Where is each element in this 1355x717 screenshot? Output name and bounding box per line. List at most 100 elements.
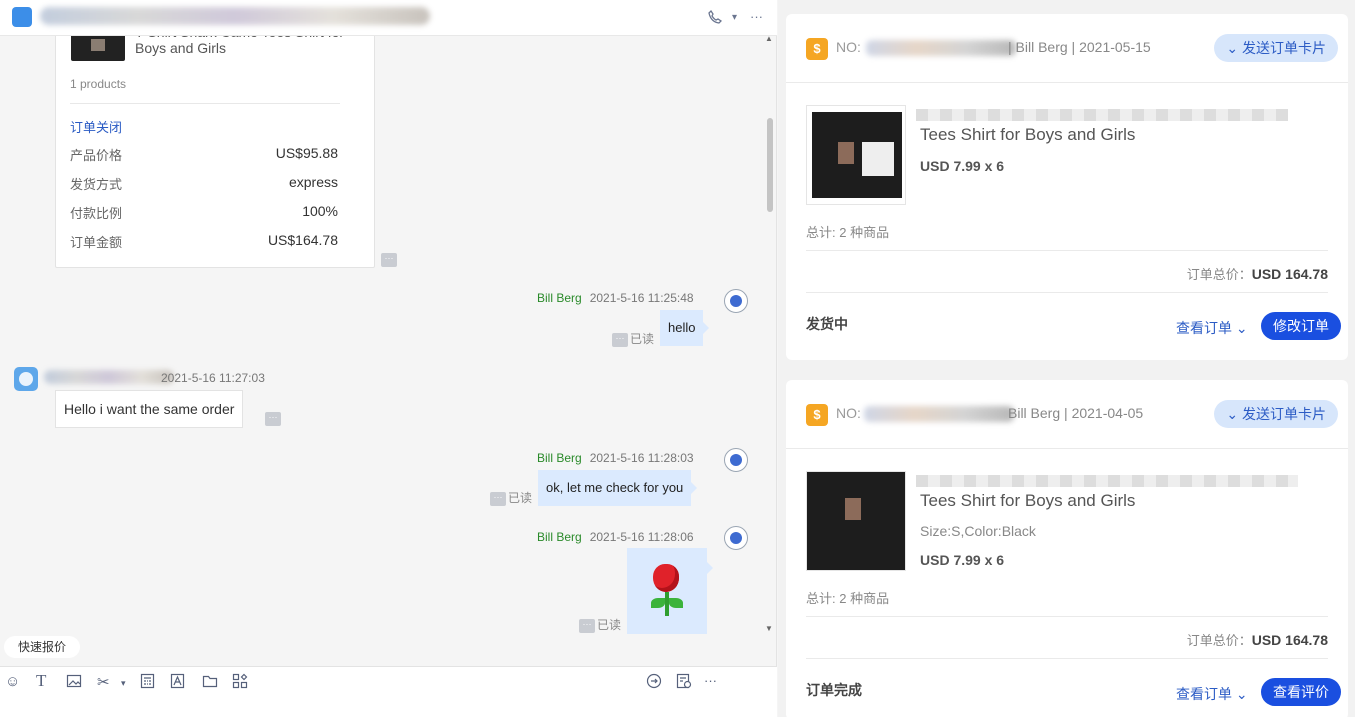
scroll-thumb[interactable] [767,118,773,212]
order-card-message[interactable]: T-Shirt Shark Camo Tees Shirt for Boys a… [55,36,375,268]
tshirt-image [812,112,902,198]
divider [786,82,1348,83]
send-card-label: 发送订单卡片 [1242,406,1326,422]
seller-name: Bill Berg [1008,405,1061,421]
read-label: 已读 [630,332,655,346]
message-bubble[interactable]: ok, let me check for you [538,470,698,506]
message-more-button[interactable]: ··· [265,412,281,426]
calculator-icon[interactable] [140,673,155,693]
product-image[interactable] [806,105,906,205]
message-time: 2021-5-16 11:28:03 [589,451,694,465]
reply-icon[interactable] [646,673,662,693]
tshirt-print-inset [862,142,894,176]
divider [786,448,1348,449]
scroll-down-arrow[interactable]: ▼ [765,624,773,633]
image-icon[interactable] [66,673,82,693]
scissors-icon[interactable]: ✂ [97,673,110,691]
row-label: 付款比例 [70,206,123,221]
row-value: 100% [302,203,338,219]
sender-name: Bill Berg [537,451,582,465]
order-number-label: NO: [836,39,861,55]
read-label: 已读 [508,491,533,505]
order-row-total: 订单金额 US$164.78 [70,232,338,251]
divider [806,616,1328,617]
seller-name: Bill Berg [1015,39,1068,55]
order-total-label: 订单总价： [1186,633,1252,648]
chevron-down-icon[interactable]: ▾ [732,12,737,23]
emoji-icon[interactable]: ☺ [5,673,20,690]
order-state: 发货中 [806,316,848,332]
message-meta: Bill Berg 2021-5-16 11:28:06 [537,530,694,544]
coin-icon: $ [806,38,828,60]
order-total: 订单总价：USD 164.78 [1187,264,1328,283]
order-meta: Bill Berg | 2021-04-05 [1008,405,1144,421]
order-number-redacted [864,406,1014,422]
message-more-button[interactable]: ··· [381,253,397,267]
order-row-shipping: 发货方式 express [70,174,338,193]
order-row-price: 产品价格 US$95.88 [70,145,338,164]
divider [806,292,1328,293]
more-tools-button[interactable]: ··· [704,673,717,688]
product-title[interactable]: Tees Shirt for Boys and Girls [920,125,1135,145]
tshirt-print [845,498,861,520]
text-format-icon[interactable]: T [36,671,46,691]
order-number-label: NO: [836,405,861,421]
view-order-link[interactable]: 查看订单 ⌄ [1176,684,1248,704]
message-time: 2021-5-16 11:25:48 [589,291,694,305]
contact-avatar [12,7,32,27]
chat-scrollbar[interactable]: ▲ ▼ [764,36,774,636]
rose-icon [653,564,679,592]
send-order-card-button[interactable]: ⌄ 发送订单卡片 [1214,400,1338,428]
message-meta: 2021-5-16 11:27:03 [161,371,265,385]
order-card: $ NO: Bill Berg | 2021-04-05 ⌄ 发送订单卡片 Te… [786,380,1348,717]
read-icon: ··· [579,618,595,633]
read-receipt: ··· 已读 [579,616,621,633]
phone-icon[interactable] [707,9,723,28]
row-value: US$95.88 [275,145,338,161]
font-icon[interactable] [170,673,186,693]
send-order-card-button[interactable]: ⌄ 发送订单卡片 [1214,34,1338,62]
orders-panel: $ NO: | Bill Berg | 2021-05-15 ⌄ 发送订单卡片 … [778,0,1355,717]
more-options-button[interactable]: ··· [750,9,763,24]
apps-icon[interactable] [232,673,248,693]
view-order-link[interactable]: 查看订单 ⌄ [1176,318,1248,338]
customer-name-redacted [44,370,174,384]
read-icon: ··· [612,332,628,347]
coin-icon: $ [806,404,828,426]
row-label: 产品价格 [70,148,123,163]
document-icon[interactable] [676,673,692,693]
agent-avatar [724,448,748,472]
product-price-qty: USD 7.99 x 6 [920,158,1005,174]
modify-order-button[interactable]: 修改订单 [1261,312,1341,340]
rose-sticker[interactable] [627,548,713,634]
tshirt-print [838,142,854,164]
order-state: 订单完成 [806,682,862,698]
product-image[interactable] [806,471,906,571]
view-order-label: 查看订单 [1176,686,1232,702]
send-card-label: 发送订单卡片 [1242,40,1326,56]
order-total-value: USD 164.78 [1251,266,1328,282]
message-meta: Bill Berg 2021-5-16 11:25:48 [537,291,694,305]
message-bubble[interactable]: hello [660,310,711,346]
quick-quote-button[interactable]: 快速报价 [4,636,81,658]
divider [806,658,1328,659]
order-card: $ NO: | Bill Berg | 2021-05-15 ⌄ 发送订单卡片 … [786,14,1348,360]
view-order-label: 查看订单 [1176,320,1232,336]
divider [70,103,340,104]
agent-avatar [724,289,748,313]
message-time: 2021-5-16 11:28:06 [589,530,694,544]
product-count: 1 products [70,77,127,91]
scroll-up-arrow[interactable]: ▲ [765,36,773,43]
view-review-button[interactable]: 查看评价 [1261,678,1341,706]
order-total: 订单总价：USD 164.78 [1187,630,1328,649]
product-title[interactable]: Tees Shirt for Boys and Girls [920,491,1135,511]
chevron-down-icon[interactable]: ▾ [121,678,126,689]
message-bubble[interactable]: Hello i want the same order [55,390,244,428]
read-label: 已读 [597,618,622,632]
row-value: express [288,174,338,190]
contact-name-redacted [40,7,430,25]
folder-icon[interactable] [202,673,218,693]
customer-avatar [14,367,38,391]
product-title-redacted [916,475,1298,487]
order-row-payment-ratio: 付款比例 100% [70,203,338,222]
